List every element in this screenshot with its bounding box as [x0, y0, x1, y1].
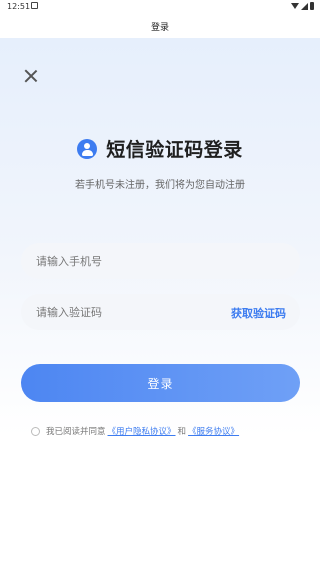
heading-subtitle: 若手机号未注册，我们将为您自动注册: [75, 180, 245, 191]
status-bar: 12:51: [0, 0, 320, 14]
signal-icon: [301, 2, 308, 10]
battery-icon: [310, 2, 314, 10]
agreement-conjunction: 和: [177, 427, 187, 437]
status-icons: [291, 2, 314, 10]
user-icon: [77, 138, 98, 159]
get-code-button[interactable]: 获取验证码: [231, 305, 286, 321]
code-input[interactable]: [36, 305, 216, 319]
user-agreement-link[interactable]: 《用户隐私协议》: [108, 425, 176, 437]
phone-field[interactable]: [21, 243, 300, 279]
notification-icon: [31, 2, 38, 9]
agreement: 我已阅读并同意 《用户隐私协议》 和 《服务协议》: [31, 425, 301, 437]
status-time: 12:51: [7, 2, 31, 11]
agreement-prefix: 我已阅读并同意: [46, 427, 106, 437]
login-button[interactable]: 登录: [21, 364, 300, 402]
close-icon[interactable]: [22, 67, 40, 85]
heading-title: 短信验证码登录: [106, 139, 243, 161]
code-field[interactable]: 获取验证码: [21, 294, 300, 330]
agreement-checkbox[interactable]: [31, 426, 40, 436]
login-heading: 短信验证码登录: [0, 135, 320, 162]
service-agreement-link[interactable]: 《服务协议》: [188, 425, 239, 437]
phone-input[interactable]: [36, 254, 216, 268]
page-title: 登录: [150, 22, 169, 33]
wifi-icon: [291, 3, 299, 9]
title-bar: 登录: [0, 14, 320, 38]
